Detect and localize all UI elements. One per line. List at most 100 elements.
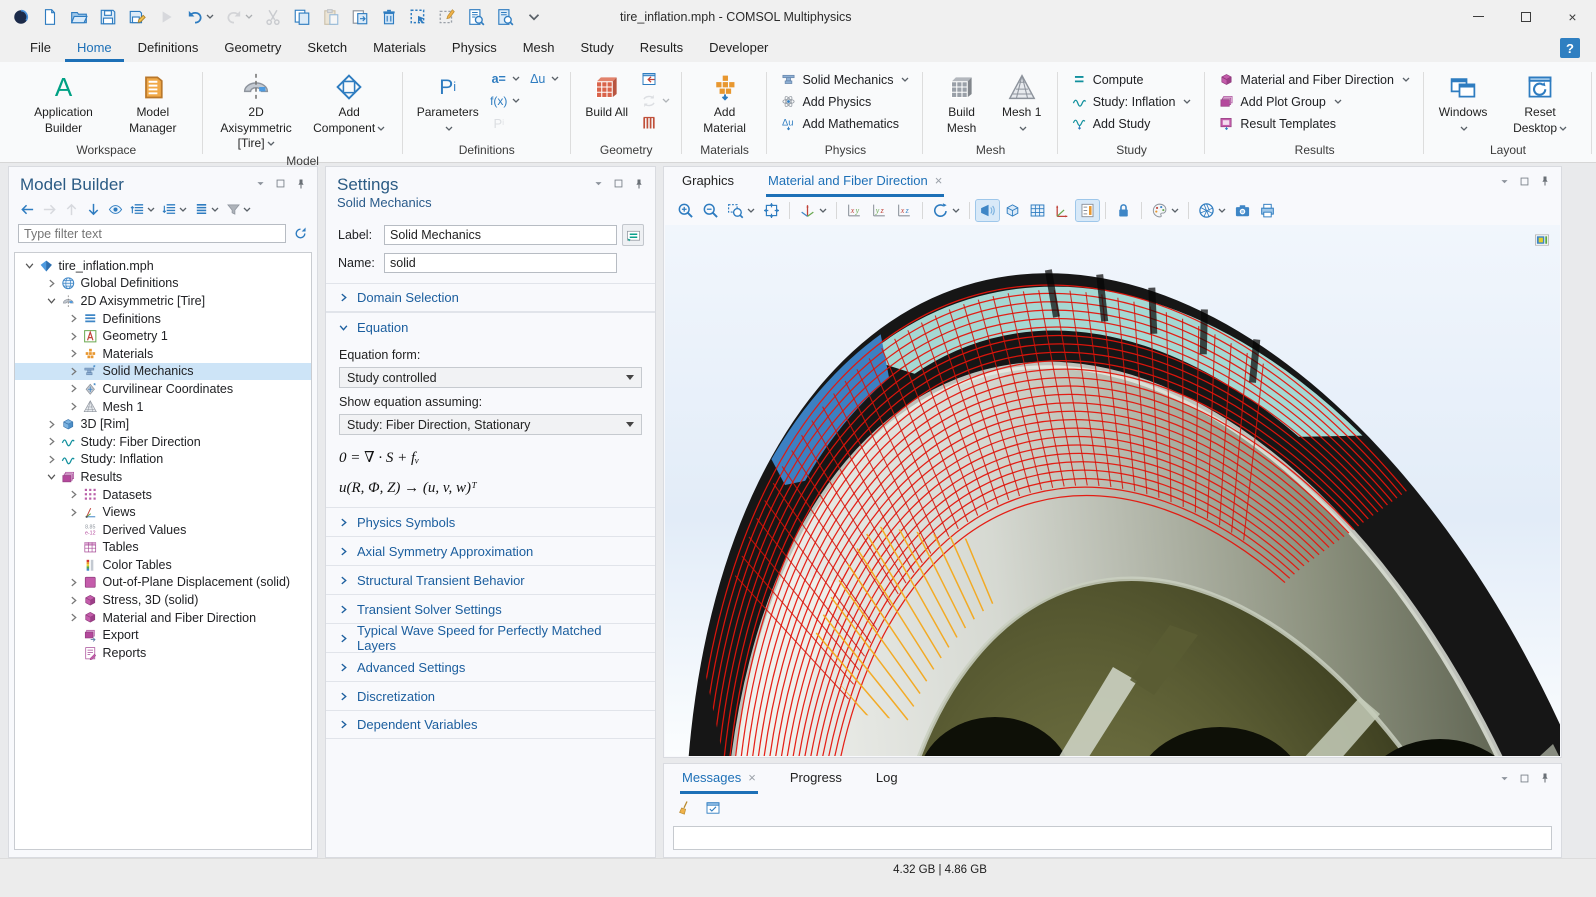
aperture-button[interactable] xyxy=(1195,200,1229,221)
add-material-button[interactable]: Add Material xyxy=(691,67,759,138)
fx-button[interactable]: f(x) xyxy=(488,91,523,111)
panel-float-button[interactable] xyxy=(275,178,286,192)
view-yz-button[interactable]: yz xyxy=(868,200,891,221)
default-view-button[interactable] xyxy=(796,200,830,221)
section-discretization[interactable]: Discretization xyxy=(326,681,655,710)
camera-button[interactable] xyxy=(1231,200,1254,221)
tree-item-results[interactable]: Results xyxy=(15,468,311,486)
menu-mesh[interactable]: Mesh xyxy=(511,33,567,62)
zoom-box-button[interactable] xyxy=(724,200,758,221)
open-messages-window-button[interactable] xyxy=(702,798,724,818)
node-list-button[interactable] xyxy=(192,200,221,219)
panel-float-button[interactable] xyxy=(1519,773,1530,787)
image-palette-button[interactable] xyxy=(1148,200,1182,221)
panel-menu-button[interactable] xyxy=(593,178,604,192)
filter-input[interactable] xyxy=(18,224,286,243)
zoom-extents-button[interactable] xyxy=(760,200,783,221)
duplicate-button[interactable] xyxy=(347,5,373,29)
menu-developer[interactable]: Developer xyxy=(697,33,780,62)
tree-item-solid-mechanics[interactable]: *Solid Mechanics xyxy=(15,363,311,381)
panel-menu-button[interactable] xyxy=(1499,176,1510,190)
tree-chevron-icon[interactable] xyxy=(69,402,78,411)
rotate-button[interactable] xyxy=(929,200,963,221)
tree-item-tire-inflation-mph[interactable]: tire_inflation.mph xyxy=(15,257,311,275)
run-button[interactable] xyxy=(153,5,179,29)
tree-item-definitions[interactable]: Definitions xyxy=(15,310,311,328)
section-dependent-variables[interactable]: Dependent Variables xyxy=(326,710,655,739)
scene-light-button[interactable] xyxy=(976,200,999,221)
tree-item-study-fiber-direction[interactable]: Study: Fiber Direction xyxy=(15,433,311,451)
doc-search-button[interactable] xyxy=(492,5,518,29)
tree-chevron-icon[interactable] xyxy=(69,508,78,517)
label-input[interactable] xyxy=(384,225,617,245)
graphics-viewport[interactable] xyxy=(665,225,1560,756)
collapse-all-button[interactable] xyxy=(128,200,157,219)
add-mathematics-button[interactable]: ΔuAdd Mathematics xyxy=(776,113,914,134)
copy-button[interactable] xyxy=(289,5,315,29)
tree-item-2d-axisymmetric-tire[interactable]: 2D Axisymmetric [Tire] xyxy=(15,292,311,310)
expand-all-button[interactable] xyxy=(160,200,189,219)
clear-selection-button[interactable] xyxy=(434,5,460,29)
zoom-in-button[interactable] xyxy=(674,200,697,221)
messages-output[interactable] xyxy=(673,826,1552,850)
legend-button[interactable] xyxy=(1076,200,1099,221)
menu-definitions[interactable]: Definitions xyxy=(126,33,211,62)
delete-button[interactable] xyxy=(376,5,402,29)
tree-item-reports[interactable]: Reports xyxy=(15,644,311,662)
grid-button[interactable] xyxy=(1026,200,1049,221)
study-inflation-button[interactable]: Study: Inflation xyxy=(1067,91,1197,112)
menu-home[interactable]: Home xyxy=(65,33,124,62)
panel-pin-button[interactable] xyxy=(1539,772,1551,787)
clear-messages-button[interactable] xyxy=(674,798,696,818)
help-button[interactable]: ? xyxy=(1560,38,1580,58)
tab-progress[interactable]: Progress xyxy=(788,764,844,794)
build-all-button[interactable]: Build All xyxy=(580,67,634,123)
panel-menu-button[interactable] xyxy=(255,178,266,192)
section-equation[interactable]: Equation xyxy=(326,312,655,341)
rename-button[interactable] xyxy=(622,224,644,246)
filter-button[interactable] xyxy=(224,200,253,219)
menu-physics[interactable]: Physics xyxy=(440,33,509,62)
tree-item-stress-3d-solid[interactable]: Stress, 3D (solid) xyxy=(15,591,311,609)
panel-menu-button[interactable] xyxy=(1499,773,1510,787)
new-file-button[interactable] xyxy=(37,5,63,29)
transparency-button[interactable] xyxy=(1001,200,1024,221)
show-equation-dropdown[interactable]: Study: Fiber Direction, Stationary xyxy=(339,414,642,435)
geo-partition-button[interactable] xyxy=(638,113,673,133)
tree-chevron-icon[interactable] xyxy=(47,279,56,288)
tree-chevron-icon[interactable] xyxy=(47,296,56,305)
tree-item-3d-rim[interactable]: 3D [Rim] xyxy=(15,415,311,433)
a-eq-button[interactable]: a= xyxy=(488,69,523,89)
tree-chevron-icon[interactable] xyxy=(47,455,56,464)
tree-chevron-icon[interactable] xyxy=(47,472,56,481)
view-xz-button[interactable]: xz xyxy=(893,200,916,221)
parameters-button[interactable]: PiParameters xyxy=(412,67,484,138)
section-domain-selection[interactable]: Domain Selection xyxy=(326,283,655,312)
move-down-button[interactable] xyxy=(84,200,103,219)
redo-button[interactable] xyxy=(221,5,257,29)
cut-button[interactable] xyxy=(260,5,286,29)
tree-item-materials[interactable]: Materials xyxy=(15,345,311,363)
tab-log[interactable]: Log xyxy=(874,764,900,794)
equation-form-dropdown[interactable]: Study controlled xyxy=(339,367,642,388)
pi-gray-button[interactable]: Pi xyxy=(488,113,523,133)
compute-button[interactable]: =Compute xyxy=(1067,69,1197,90)
view-xy-button[interactable]: xy xyxy=(843,200,866,221)
comsol-logo-button[interactable] xyxy=(8,5,34,29)
section-structural-transient-behavior[interactable]: Structural Transient Behavior xyxy=(326,565,655,594)
tree-chevron-icon[interactable] xyxy=(69,367,78,376)
panel-pin-button[interactable] xyxy=(295,178,307,193)
tab-close-icon[interactable]: × xyxy=(748,770,756,785)
menu-sketch[interactable]: Sketch xyxy=(295,33,359,62)
toolbar-overflow-button[interactable] xyxy=(521,5,547,29)
tree-chevron-icon[interactable] xyxy=(47,420,56,429)
paste-button[interactable] xyxy=(318,5,344,29)
add-physics-button[interactable]: Add Physics xyxy=(776,91,914,112)
tab-close-icon[interactable]: × xyxy=(935,173,943,188)
tab-material-and-fiber-direction[interactable]: Material and Fiber Direction× xyxy=(766,167,944,197)
nav-back-button[interactable] xyxy=(18,200,37,219)
printer-button[interactable] xyxy=(1256,200,1279,221)
tab-graphics[interactable]: Graphics xyxy=(680,167,736,197)
tree-item-mesh-1[interactable]: Mesh 1 xyxy=(15,398,311,416)
tree-item-tables[interactable]: Tables xyxy=(15,539,311,557)
